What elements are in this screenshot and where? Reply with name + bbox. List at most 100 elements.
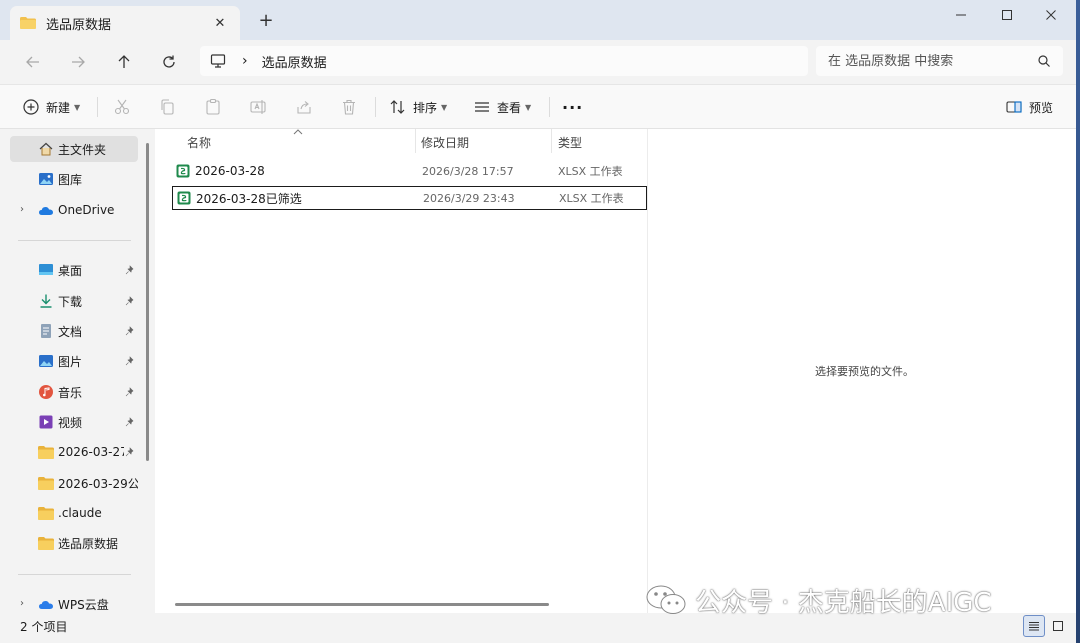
sidebar-item-label: 视频 bbox=[58, 415, 83, 430]
search-icon bbox=[1038, 55, 1050, 67]
paste-button[interactable] bbox=[204, 93, 222, 121]
sidebar-item-folder-0327[interactable]: 2026-03-27- bbox=[10, 439, 138, 465]
more-options-button[interactable]: ··· bbox=[562, 93, 583, 121]
sidebar-item-folder-0329[interactable]: 2026-03-29公众 bbox=[10, 470, 138, 496]
file-type: XLSX 工作表 bbox=[559, 192, 624, 205]
wechat-icon bbox=[646, 585, 686, 614]
preview-message: 选择要预览的文件。 bbox=[815, 365, 914, 378]
folder-icon bbox=[38, 535, 54, 551]
copy-button[interactable] bbox=[158, 93, 176, 121]
close-icon bbox=[1046, 10, 1056, 20]
column-header-type[interactable]: 类型 bbox=[558, 134, 582, 151]
cut-button[interactable] bbox=[113, 93, 131, 121]
sidebar-item-source-data[interactable]: 选品原数据 bbox=[10, 530, 138, 556]
file-date: 2026/3/29 23:43 bbox=[423, 191, 515, 205]
sidebar-item-label: 文档 bbox=[58, 324, 83, 339]
maximize-icon bbox=[1002, 10, 1012, 20]
address-bar[interactable]: › 选品原数据 bbox=[200, 46, 808, 76]
sidebar-item-music[interactable]: 音乐 bbox=[10, 379, 138, 405]
file-list: 名称 修改日期 类型 2026-03-28 2026/3/28 17:57 XL… bbox=[155, 129, 647, 613]
sidebar-item-downloads[interactable]: 下载 bbox=[10, 288, 138, 314]
view-list-icon bbox=[475, 102, 489, 112]
excel-file-icon bbox=[176, 164, 190, 178]
sidebar-scrollbar[interactable] bbox=[146, 143, 149, 461]
tiles-view-button[interactable] bbox=[1047, 615, 1069, 637]
sidebar-item-videos[interactable]: 视频 bbox=[10, 409, 138, 435]
up-button[interactable] bbox=[109, 48, 139, 76]
sidebar-item-claude[interactable]: .claude bbox=[10, 500, 138, 526]
pin-icon[interactable] bbox=[124, 296, 136, 306]
download-icon bbox=[38, 293, 54, 309]
sidebar-item-documents[interactable]: 文档 bbox=[10, 318, 138, 344]
sort-button[interactable]: 排序 ▼ bbox=[389, 93, 447, 121]
view-label: 查看 bbox=[497, 100, 522, 115]
pin-icon[interactable] bbox=[124, 326, 136, 336]
sidebar-item-label: OneDrive bbox=[58, 203, 115, 217]
video-icon bbox=[38, 414, 54, 430]
excel-file-icon bbox=[177, 191, 191, 205]
watermark: 公众号 · 杰克船长的AIGC bbox=[645, 580, 992, 620]
desktop-edge bbox=[1076, 0, 1080, 643]
arrow-right-icon bbox=[72, 56, 85, 68]
new-tab-button[interactable]: + bbox=[256, 10, 276, 32]
sidebar-item-pictures[interactable]: 图片 bbox=[10, 348, 138, 374]
trash-icon bbox=[343, 99, 355, 115]
pin-icon[interactable] bbox=[124, 417, 136, 427]
sidebar-item-gallery[interactable]: 图库 bbox=[10, 166, 138, 192]
column-header-date[interactable]: 修改日期 bbox=[421, 134, 469, 151]
sidebar-item-label: 下载 bbox=[58, 294, 83, 309]
scissors-icon bbox=[114, 99, 130, 115]
pin-icon[interactable] bbox=[124, 265, 136, 275]
refresh-button[interactable] bbox=[154, 48, 184, 76]
table-row[interactable]: 2026-03-28 2026/3/28 17:57 XLSX 工作表 bbox=[172, 159, 647, 183]
sidebar-item-label: .claude bbox=[58, 506, 102, 520]
sidebar-item-onedrive[interactable]: OneDrive bbox=[10, 197, 138, 223]
forward-button[interactable] bbox=[63, 48, 93, 76]
picture-icon bbox=[38, 353, 54, 369]
sort-icon bbox=[390, 100, 405, 114]
horizontal-scrollbar[interactable] bbox=[175, 603, 549, 606]
arrow-left-icon bbox=[26, 56, 39, 68]
pin-icon[interactable] bbox=[124, 447, 136, 457]
details-view-button[interactable] bbox=[1023, 615, 1045, 637]
column-divider[interactable] bbox=[415, 129, 416, 153]
file-explorer-window: 选品原数据 ✕ + › 选品原数据 在 选品原数据 中搜索 新建 ▼ 排序 ▼ … bbox=[0, 0, 1080, 643]
rename-button[interactable] bbox=[249, 93, 267, 121]
home-icon bbox=[38, 141, 54, 157]
details-view-icon bbox=[1029, 622, 1039, 631]
arrow-up-icon bbox=[118, 55, 130, 68]
chevron-down-icon: ▼ bbox=[525, 102, 532, 112]
search-box[interactable] bbox=[816, 46, 1063, 76]
cloud-icon bbox=[38, 202, 54, 218]
column-header-name[interactable]: 名称 bbox=[187, 134, 211, 151]
divider bbox=[18, 574, 131, 575]
pin-icon[interactable] bbox=[124, 356, 136, 366]
sidebar-item-label: 选品原数据 bbox=[58, 536, 119, 551]
tiles-view-icon bbox=[1053, 621, 1063, 631]
back-button[interactable] bbox=[18, 48, 48, 76]
sort-ascending-icon bbox=[293, 129, 303, 135]
minimize-button[interactable] bbox=[938, 0, 984, 30]
sidebar-item-desktop[interactable]: 桌面 bbox=[10, 257, 138, 283]
tab-close-button[interactable]: ✕ bbox=[210, 16, 230, 31]
breadcrumb-current[interactable]: 选品原数据 bbox=[262, 52, 327, 71]
table-row-selected[interactable]: 2026-03-28已筛选 2026/3/29 23:43 XLSX 工作表 bbox=[172, 186, 647, 210]
view-button[interactable]: 查看 ▼ bbox=[473, 93, 531, 121]
chevron-down-icon: ▼ bbox=[441, 102, 448, 112]
tab-current-folder[interactable]: 选品原数据 ✕ bbox=[10, 6, 240, 40]
delete-button[interactable] bbox=[340, 93, 358, 121]
new-button[interactable]: 新建 ▼ bbox=[22, 93, 80, 121]
maximize-button[interactable] bbox=[984, 0, 1030, 30]
computer-icon bbox=[210, 54, 226, 68]
pin-icon[interactable] bbox=[124, 387, 136, 397]
preview-pane-button[interactable]: 预览 bbox=[1005, 93, 1053, 121]
share-button[interactable] bbox=[295, 93, 313, 121]
column-divider[interactable] bbox=[551, 129, 552, 153]
sidebar-item-home[interactable]: 主文件夹 bbox=[10, 136, 138, 162]
rename-icon bbox=[250, 100, 266, 114]
search-input[interactable] bbox=[828, 53, 1037, 69]
cloud-icon bbox=[38, 596, 54, 612]
divider bbox=[18, 240, 131, 241]
close-button[interactable] bbox=[1028, 0, 1074, 30]
chevron-down-icon: ▼ bbox=[74, 102, 81, 112]
